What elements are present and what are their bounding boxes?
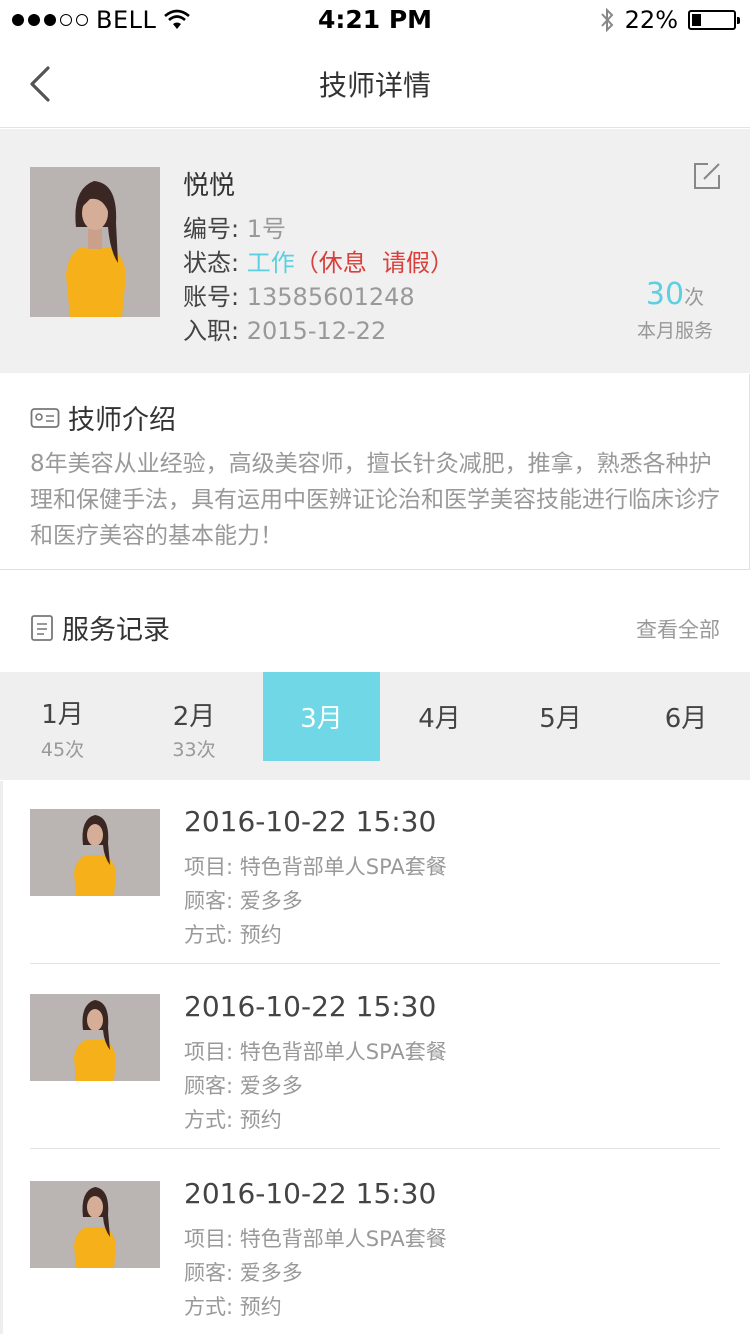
monthly-service-count: 30次 本月服务 xyxy=(630,277,720,343)
status-right: 22% xyxy=(599,6,740,34)
method-label: 方式: xyxy=(184,1108,234,1132)
service-count-number: 30 xyxy=(645,277,685,312)
intro-header: 技师介绍 xyxy=(30,398,176,437)
month-label: 2月 xyxy=(172,702,216,732)
project-label: 项目: xyxy=(184,1040,234,1064)
month-tabs: 1月 45次 2月 33次 3月 4月 5月 6月 xyxy=(0,672,750,780)
record-datetime: 2016-10-22 15:30 xyxy=(184,990,437,1023)
month-count: 45次 xyxy=(40,739,85,761)
edit-icon[interactable] xyxy=(692,161,722,191)
records-title: 服务记录 xyxy=(62,615,170,646)
battery-percent: 22% xyxy=(624,6,678,34)
project-label: 项目: xyxy=(184,855,234,879)
tab-month-6[interactable]: 6月 xyxy=(622,672,750,780)
id-card-icon xyxy=(30,407,60,428)
customer-label: 顾客: xyxy=(184,1074,234,1098)
tab-month-1[interactable]: 1月 45次 xyxy=(0,672,125,780)
tab-month-5[interactable]: 5月 xyxy=(499,672,622,780)
method-label: 方式: xyxy=(184,1295,234,1319)
record-divider xyxy=(30,1148,720,1149)
record-divider xyxy=(30,963,720,964)
service-record-list: 2016-10-22 15:30 项目: 特色背部单人SPA套餐 顾客: 爱多多… xyxy=(0,781,750,1334)
project-value: 特色背部单人SPA套餐 xyxy=(239,1227,447,1251)
record-project: 项目: 特色背部单人SPA套餐 xyxy=(184,1036,447,1066)
tab-month-2[interactable]: 2月 33次 xyxy=(125,672,263,780)
technician-intro: 技师介绍 8年美容从业经验，高级美容师，擅长针灸减肥，推拿，熟悉各种护理和保健手… xyxy=(0,374,750,570)
technician-name: 悦悦 xyxy=(183,171,236,201)
tab-month-3[interactable]: 3月 xyxy=(263,672,380,780)
customer-value: 爱多多 xyxy=(239,1074,303,1098)
method-label: 方式: xyxy=(184,923,234,947)
method-value: 预约 xyxy=(239,923,282,947)
record-datetime: 2016-10-22 15:30 xyxy=(184,805,437,838)
project-value: 特色背部单人SPA套餐 xyxy=(239,855,447,879)
join-label: 入职: xyxy=(183,317,240,345)
customer-label: 顾客: xyxy=(184,889,234,913)
status-bar: BELL 4:21 PM 22% xyxy=(0,0,750,40)
record-project: 项目: 特色背部单人SPA套餐 xyxy=(184,851,447,881)
bluetooth-icon xyxy=(600,7,614,33)
number-row: 编号: 1号 xyxy=(183,209,286,244)
status-leave[interactable]: 请假 xyxy=(382,249,430,277)
record-method: 方式: 预约 xyxy=(184,1104,282,1134)
join-row: 入职: 2015-12-22 xyxy=(183,311,386,346)
join-value: 2015-12-22 xyxy=(246,317,387,345)
month-label: 3月 xyxy=(300,704,343,734)
technician-profile: 悦悦 编号: 1号 状态: 工作（休息 请假） 账号: 13585601248 … xyxy=(0,129,750,373)
battery-icon xyxy=(688,10,740,30)
account-value: 13585601248 xyxy=(246,283,415,311)
record-customer: 顾客: 爱多多 xyxy=(184,1070,303,1100)
method-value: 预约 xyxy=(239,1295,282,1319)
month-count: 33次 xyxy=(172,739,216,761)
view-all-link[interactable]: 查看全部 xyxy=(636,614,720,644)
status-working[interactable]: 工作 xyxy=(247,249,295,277)
status-paren-open: （ xyxy=(294,249,319,277)
record-thumbnail xyxy=(30,809,160,896)
record-datetime: 2016-10-22 15:30 xyxy=(184,1177,437,1210)
service-count-unit: 次 xyxy=(684,285,705,309)
record-method: 方式: 预约 xyxy=(184,1291,282,1321)
project-value: 特色背部单人SPA套餐 xyxy=(239,1040,447,1064)
records-header: 服务记录 xyxy=(30,608,170,647)
status-label: 状态: xyxy=(183,249,240,277)
customer-value: 爱多多 xyxy=(239,889,303,913)
page-title: 技师详情 xyxy=(318,69,431,102)
project-label: 项目: xyxy=(184,1227,234,1251)
customer-label: 顾客: xyxy=(184,1261,234,1285)
month-label: 1月 xyxy=(41,700,84,730)
record-customer: 顾客: 爱多多 xyxy=(184,1257,303,1287)
month-label: 4月 xyxy=(418,704,461,734)
document-icon xyxy=(31,614,53,641)
nav-bar: 技师详情 xyxy=(0,40,750,128)
service-records-header: 服务记录 查看全部 xyxy=(3,572,750,672)
status-row: 状态: 工作（休息 请假） xyxy=(183,243,454,278)
account-row: 账号: 13585601248 xyxy=(183,277,415,312)
month-label: 6月 xyxy=(664,704,708,734)
intro-text: 8年美容从业经验，高级美容师，擅长针灸减肥，推拿，熟悉各种护理和保健手法，具有运… xyxy=(30,451,720,549)
status-rest[interactable]: 休息 xyxy=(319,249,367,277)
method-value: 预约 xyxy=(239,1108,282,1132)
number-value: 1号 xyxy=(246,215,287,243)
record-thumbnail xyxy=(30,1181,160,1268)
service-count-label: 本月服务 xyxy=(636,320,713,342)
number-label: 编号: xyxy=(183,215,240,243)
record-method: 方式: 预约 xyxy=(184,919,282,949)
tab-month-4[interactable]: 4月 xyxy=(380,672,499,780)
account-label: 账号: xyxy=(183,283,240,311)
record-thumbnail xyxy=(30,994,160,1081)
record-customer: 顾客: 爱多多 xyxy=(184,885,303,915)
technician-avatar xyxy=(30,167,160,317)
status-paren-close: ） xyxy=(430,249,454,277)
month-label: 5月 xyxy=(539,704,582,734)
intro-title: 技师介绍 xyxy=(68,405,176,436)
record-project: 项目: 特色背部单人SPA套餐 xyxy=(184,1223,447,1253)
customer-value: 爱多多 xyxy=(239,1261,303,1285)
